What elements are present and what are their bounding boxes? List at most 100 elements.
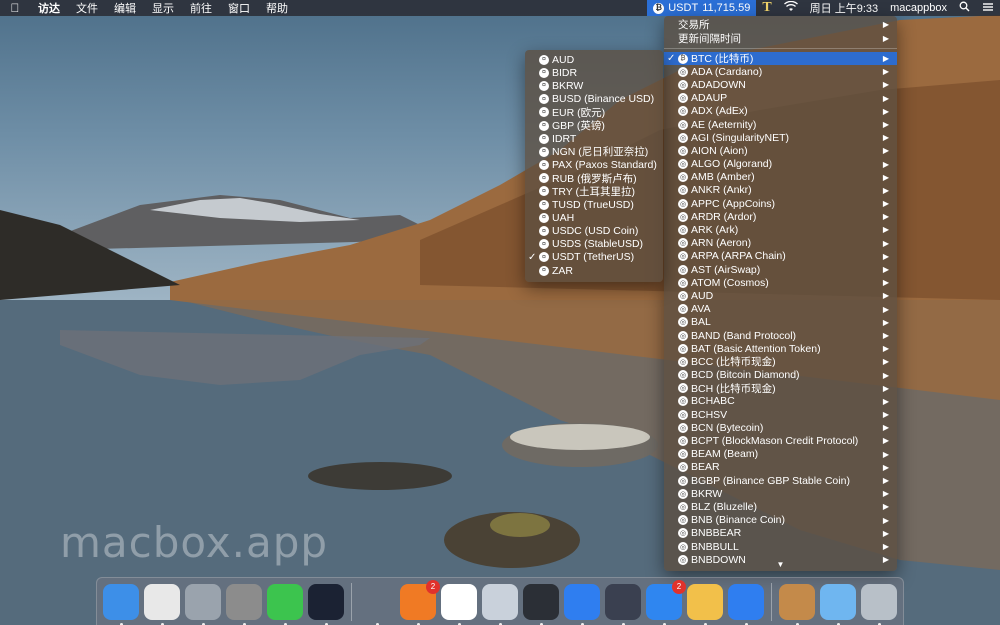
menu-item-coin[interactable]: ◎ BEAM (Beam) ▶ [664, 448, 897, 461]
menu-item-coin[interactable]: ◎ BNBBULL ▶ [664, 540, 897, 553]
code-editor-icon[interactable] [523, 583, 559, 625]
printer-icon[interactable] [482, 583, 518, 625]
submenu-item-currency[interactable]: ¤ USDC (USD Coin) [525, 224, 663, 237]
menu-item-coin[interactable]: ◎ ARPA (ARPA Chain) ▶ [664, 250, 897, 263]
currency-icon: ¤ [539, 265, 549, 276]
menu-item-coin[interactable]: ◎ BAND (Band Protocol) ▶ [664, 329, 897, 342]
menu-file[interactable]: 文件 [68, 0, 106, 16]
menu-item-coin[interactable]: ◎ AMB (Amber) ▶ [664, 171, 897, 184]
menu-finder[interactable]: 访达 [30, 0, 68, 16]
submenu-item-currency[interactable]: ¤ PAX (Paxos Standard) [525, 159, 663, 172]
menu-item-coin[interactable]: ◎ BCD (Bitcoin Diamond) ▶ [664, 369, 897, 382]
submenu-item-currency[interactable]: ¤ EUR (欧元) [525, 106, 663, 119]
menu-item-coin[interactable]: ◎ AST (AirSwap) ▶ [664, 263, 897, 276]
search-icon[interactable] [953, 1, 976, 15]
menu-item-exchange[interactable]: 交易所 ▶ [664, 18, 897, 32]
submenu-item-currency[interactable]: ¤ AUD [525, 53, 663, 66]
menu-item-coin[interactable]: ◎ BNB (Binance Coin) ▶ [664, 514, 897, 527]
menu-item-coin[interactable]: ◎ AION (Aion) ▶ [664, 144, 897, 157]
menu-item-coin[interactable]: ◎ ADA (Cardano) ▶ [664, 65, 897, 78]
menu-item-label: BEAM (Beam) [691, 448, 759, 461]
menu-item-coin[interactable]: ◎ BAL ▶ [664, 316, 897, 329]
username-text[interactable]: macappbox [884, 2, 953, 14]
menu-item-coin[interactable]: ◎ ADADOWN ▶ [664, 78, 897, 91]
menu-item-coin[interactable]: ◎ BKRW ▶ [664, 487, 897, 500]
system-preferences-icon[interactable] [226, 583, 262, 625]
menu-help[interactable]: 帮助 [258, 0, 296, 16]
menu-item-coin[interactable]: ◎ BAT (Basic Attention Token) ▶ [664, 342, 897, 355]
menu-item-label: BCN (Bytecoin) [691, 421, 764, 434]
submenu-item-currency[interactable]: ¤ NGN (尼日利亚奈拉) [525, 145, 663, 158]
menu-item-coin[interactable]: ◎ AUD ▶ [664, 289, 897, 302]
menu-item-coin[interactable]: ◎ APPC (AppCoins) ▶ [664, 197, 897, 210]
truck-icon[interactable] [687, 583, 723, 625]
submenu-item-label: NGN (尼日利亚奈拉) [552, 146, 649, 159]
finder-icon[interactable] [103, 583, 139, 625]
monitor-icon[interactable] [605, 583, 641, 625]
coin-icon: ◎ [678, 370, 688, 381]
scroll-down-arrow-icon[interactable]: ▼ [664, 560, 897, 569]
menu-item-label: BCC (比特币现金) [691, 356, 776, 369]
menu-item-coin[interactable]: ◎ AE (Aeternity) ▶ [664, 118, 897, 131]
menu-item-coin[interactable]: ◎ AVA ▶ [664, 303, 897, 316]
qq-icon[interactable] [359, 584, 395, 625]
submenu-item-currency[interactable]: ¤ BUSD (Binance USD) [525, 93, 663, 106]
submenu-item-currency[interactable]: ¤ TRY (土耳其里拉) [525, 185, 663, 198]
submenu-item-currency[interactable]: ¤ TUSD (TrueUSD) [525, 198, 663, 211]
submenu-item-currency[interactable]: ¤ UAH [525, 211, 663, 224]
control-center-icon[interactable] [976, 2, 1000, 15]
typora-icon[interactable]: T [756, 0, 777, 16]
submenu-item-currency[interactable]: ¤ USDS (StableUSD) [525, 238, 663, 251]
menu-item-coin[interactable]: ◎ ADAUP ▶ [664, 92, 897, 105]
submenu-item-currency[interactable]: ¤ IDRT [525, 132, 663, 145]
menu-item-coin[interactable]: ◎ BCPT (BlockMason Credit Protocol) ▶ [664, 434, 897, 447]
submenu-arrow-icon: ▶ [882, 119, 889, 129]
menu-item-coin[interactable]: ◎ BCHSV ▶ [664, 408, 897, 421]
menu-go[interactable]: 前往 [182, 0, 220, 16]
submenu-item-currency[interactable]: ¤ ZAR [525, 264, 663, 277]
app-store-icon[interactable]: 2 [646, 579, 686, 625]
submenu-item-currency[interactable]: ✓ ¤ USDT (TetherUS) [525, 251, 663, 264]
menu-item-coin[interactable]: ◎ ARK (Ark) ▶ [664, 223, 897, 236]
wechat-icon[interactable] [267, 583, 303, 625]
menu-item-coin[interactable]: ◎ BLZ (Bluzelle) ▶ [664, 500, 897, 513]
menu-item-coin[interactable]: ◎ BNBBEAR ▶ [664, 527, 897, 540]
menu-item-coin[interactable]: ◎ BCHABC ▶ [664, 395, 897, 408]
menu-item-update-interval[interactable]: 更新间隔时间 ▶ [664, 32, 897, 46]
menu-item-coin[interactable]: ◎ BCH (比特币现金) ▶ [664, 382, 897, 395]
menu-item-coin[interactable]: ◎ BGBP (Binance GBP Stable Coin) ▶ [664, 474, 897, 487]
menu-item-coin[interactable]: ◎ ANKR (Ankr) ▶ [664, 184, 897, 197]
wifi-icon[interactable] [778, 0, 804, 15]
menu-edit[interactable]: 编辑 [106, 0, 144, 16]
submenu-item-currency[interactable]: ¤ BIDR [525, 66, 663, 79]
menu-item-coin[interactable]: ◎ BCC (比特币现金) ▶ [664, 355, 897, 368]
archive-icon[interactable] [779, 583, 815, 625]
submenu-item-currency[interactable]: ¤ BKRW [525, 79, 663, 92]
apple-menu-icon[interactable]:  [0, 1, 30, 15]
clock-text[interactable]: 周日 上午9:33 [804, 0, 884, 16]
menu-item-coin[interactable]: ◎ ARN (Aeron) ▶ [664, 237, 897, 250]
chrome-icon[interactable] [144, 583, 180, 625]
menu-item-btc[interactable]: ✓ ₿ BTC (比特币) ▶ [664, 52, 897, 66]
firefox-icon[interactable]: 2 [400, 579, 440, 625]
location-icon[interactable] [728, 583, 764, 625]
menu-item-coin[interactable]: ◎ ALGO (Algorand) ▶ [664, 158, 897, 171]
menu-item-coin[interactable]: ◎ AGI (SingularityNET) ▶ [664, 131, 897, 144]
coin-icon: ◎ [678, 106, 688, 117]
launchpad-icon[interactable] [185, 583, 221, 625]
messages-icon[interactable] [564, 583, 600, 625]
crypto-ticker-menu[interactable]: ₿ USDT 11,715.59 [647, 0, 757, 16]
menu-view[interactable]: 显示 [144, 0, 182, 16]
submenu-item-currency[interactable]: ¤ RUB (俄罗斯卢布) [525, 172, 663, 185]
trash-icon[interactable] [861, 583, 897, 625]
cloud-icon[interactable] [308, 583, 344, 625]
menu-item-coin[interactable]: ◎ BEAR ▶ [664, 461, 897, 474]
baidu-netdisk-icon[interactable] [441, 583, 477, 625]
submenu-item-currency[interactable]: ¤ GBP (英镑) [525, 119, 663, 132]
menu-window[interactable]: 窗口 [220, 0, 258, 16]
folder-icon[interactable] [820, 583, 856, 625]
menu-item-coin[interactable]: ◎ BCN (Bytecoin) ▶ [664, 421, 897, 434]
menu-item-coin[interactable]: ◎ ADX (AdEx) ▶ [664, 105, 897, 118]
menu-item-coin[interactable]: ◎ ARDR (Ardor) ▶ [664, 210, 897, 223]
menu-item-coin[interactable]: ◎ ATOM (Cosmos) ▶ [664, 276, 897, 289]
